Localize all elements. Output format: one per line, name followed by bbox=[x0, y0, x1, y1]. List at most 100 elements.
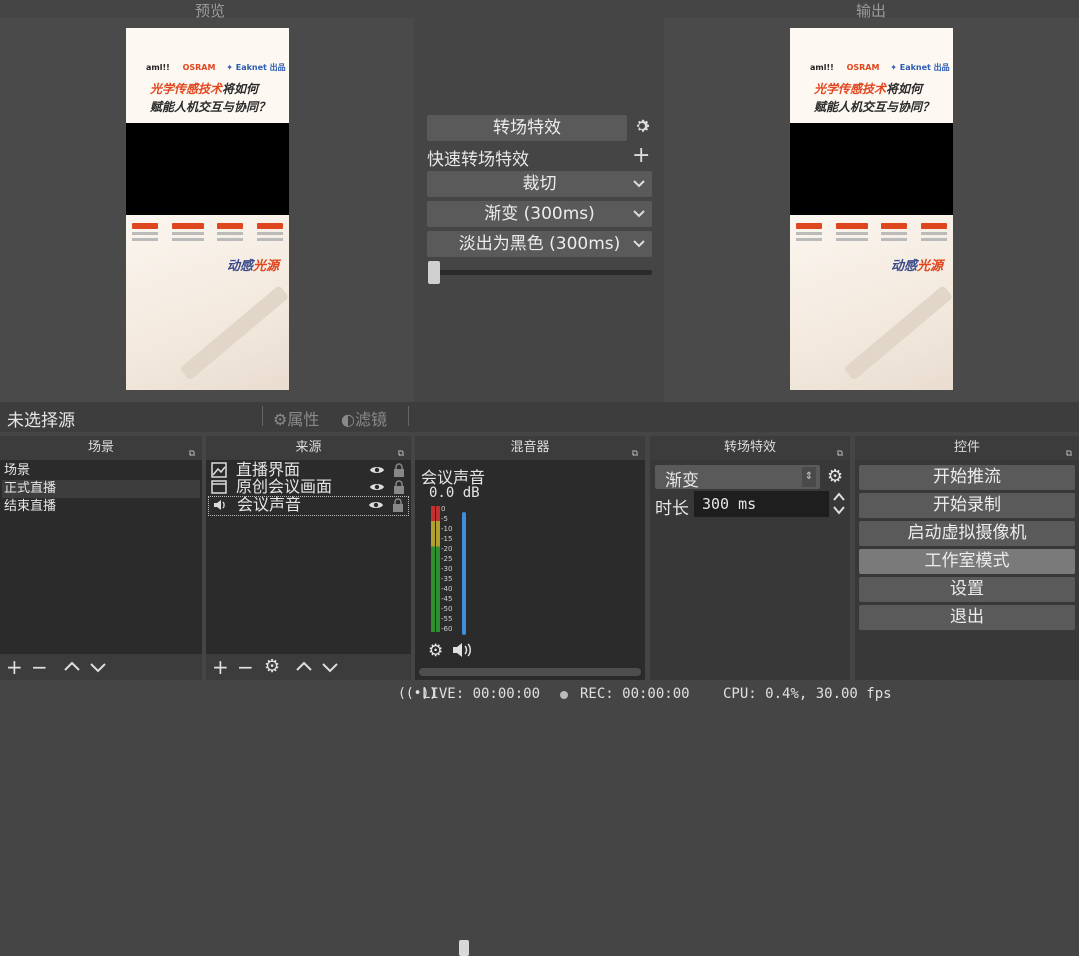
gear-icon: ⚙ bbox=[273, 410, 288, 429]
settings-button[interactable]: 设置 bbox=[859, 577, 1075, 602]
source-item-selected[interactable]: 会议声音 bbox=[208, 496, 409, 516]
sponsor-logos: aml!! OSRAM ✦ Eaknet 出品 bbox=[146, 62, 286, 73]
filters-button[interactable]: ◐滤镜 bbox=[341, 406, 387, 430]
scene-item[interactable]: 结束直播 bbox=[2, 498, 200, 516]
gear-icon[interactable] bbox=[633, 117, 651, 140]
source-label: 原创会议画面 bbox=[236, 477, 333, 496]
meter-scale-tick: -15 bbox=[441, 535, 453, 543]
tbar-handle[interactable] bbox=[428, 261, 440, 284]
headline-line-1: 光学传感技术将如何 bbox=[150, 82, 259, 96]
rec-indicator-icon bbox=[560, 691, 568, 699]
scenes-dock: 场景 ⧉ 场景 正式直播 结束直播 + − bbox=[0, 436, 202, 680]
float-icon[interactable]: ⧉ bbox=[632, 442, 638, 466]
transition-dock: 转场特效 ⧉ 渐变 ⇕ ⚙ 时长 300 ms bbox=[650, 436, 850, 680]
preview-canvas[interactable]: aml!! OSRAM ✦ Eaknet 出品 光学传感技术将如何 赋能人机交互… bbox=[126, 28, 289, 390]
plus-icon[interactable]: + bbox=[632, 143, 650, 168]
meter-scale-tick: -55 bbox=[441, 615, 453, 623]
window-capture-icon bbox=[211, 479, 227, 495]
source-toolbar bbox=[0, 402, 1079, 432]
speaker-tags bbox=[132, 223, 283, 241]
scene-item-selected[interactable]: 正式直播 bbox=[2, 480, 200, 498]
mixer-dock: 混音器 ⧉ 会议声音 0.0 dB 0 -5 -10 -15 -20 -25 -30 -35 -4… bbox=[415, 436, 645, 956]
move-down-icon[interactable] bbox=[321, 654, 339, 686]
start-virtual-camera-button[interactable]: 启动虚拟摄像机 bbox=[859, 521, 1075, 546]
transition-dock-title: 转场特效 ⧉ bbox=[650, 436, 850, 460]
scenes-title: 场景 ⧉ bbox=[0, 436, 202, 460]
visibility-icon[interactable] bbox=[368, 498, 384, 516]
gear-icon[interactable]: ⚙ bbox=[264, 654, 280, 680]
status-bar: ((•)) LIVE: 00:00:00 REC: 00:00:00 CPU: … bbox=[390, 683, 1079, 705]
canvas-footer: 动感光源 bbox=[126, 215, 289, 390]
quick-transition-fade[interactable]: 渐变 (300ms) bbox=[427, 201, 652, 227]
meter-scale-tick: -10 bbox=[441, 525, 453, 533]
logo-ams: aml!! bbox=[146, 63, 170, 72]
meter-scale-tick: -5 bbox=[441, 515, 448, 523]
horizontal-scrollbar[interactable] bbox=[419, 668, 641, 676]
meter-scale: 0 -5 -10 -15 -20 -25 -30 -35 -40 -45 -50 -55 -60 bbox=[441, 504, 455, 634]
meter-scale-tick: -25 bbox=[441, 555, 453, 563]
meter-scale-tick: -50 bbox=[441, 605, 453, 613]
audio-icon bbox=[212, 497, 228, 513]
add-scene-icon[interactable]: + bbox=[6, 654, 23, 680]
quick-transition-cut[interactable]: 裁切 bbox=[427, 171, 652, 197]
move-up-icon[interactable] bbox=[63, 654, 81, 686]
transition-button[interactable]: 转场特效 bbox=[427, 115, 627, 141]
transition-select[interactable]: 渐变 ⇕ bbox=[655, 465, 820, 491]
exit-button[interactable]: 退出 bbox=[859, 605, 1075, 630]
divider bbox=[262, 406, 263, 426]
headline-line-2: 赋能人机交互与协同？ bbox=[814, 100, 935, 114]
sources-title: 来源 ⧉ bbox=[206, 436, 411, 460]
float-icon[interactable]: ⧉ bbox=[1066, 442, 1072, 466]
start-recording-button[interactable]: 开始录制 bbox=[859, 493, 1075, 518]
decor-slash bbox=[179, 285, 289, 381]
tbar-track[interactable] bbox=[432, 270, 652, 275]
spin-down-icon[interactable] bbox=[832, 504, 846, 520]
canvas-footer: 动感光源 bbox=[790, 215, 953, 390]
meter-scale-tick: -20 bbox=[441, 545, 453, 553]
move-down-icon[interactable] bbox=[89, 654, 107, 686]
scene-item[interactable]: 场景 bbox=[2, 462, 200, 480]
video-black-area bbox=[126, 123, 289, 215]
live-timer: LIVE: 00:00:00 bbox=[422, 686, 541, 702]
logo-osram: OSRAM bbox=[182, 63, 216, 72]
sponsor-logos: aml!! OSRAM ✦ Eaknet 出品 bbox=[810, 63, 950, 72]
gear-icon[interactable]: ⚙ bbox=[428, 641, 443, 661]
start-streaming-button[interactable]: 开始推流 bbox=[859, 465, 1075, 490]
headline-line-1: 光学传感技术将如何 bbox=[814, 82, 923, 96]
cpu-fps: CPU: 0.4%, 30.00 fps bbox=[723, 686, 892, 702]
speaker-icon[interactable] bbox=[451, 641, 473, 663]
duration-label: 时长 bbox=[655, 499, 689, 519]
meter-scale-tick: -45 bbox=[441, 595, 453, 603]
float-icon[interactable]: ⧉ bbox=[837, 442, 843, 466]
lock-icon[interactable] bbox=[392, 498, 404, 516]
channel-level: 0.0 dB bbox=[429, 485, 480, 501]
canvas-header: aml!! OSRAM ✦ Eaknet 出品 光学传感技术将如何 赋能人机交互… bbox=[790, 28, 953, 123]
meter-scale-tick: 0 bbox=[441, 505, 446, 513]
meter-left bbox=[431, 506, 435, 632]
sources-toolbar: + − ⚙ bbox=[206, 654, 411, 680]
properties-button[interactable]: ⚙属性 bbox=[273, 406, 319, 430]
source-label: 会议声音 bbox=[237, 495, 302, 514]
headline-line-2: 赋能人机交互与协同？ bbox=[150, 100, 271, 114]
volume-track[interactable] bbox=[462, 512, 466, 635]
controls-title: 控件 ⧉ bbox=[855, 436, 1079, 460]
meter-scale-tick: -30 bbox=[441, 565, 453, 573]
chevron-down-icon bbox=[632, 231, 646, 266]
program-canvas: aml!! OSRAM ✦ Eaknet 出品 光学传感技术将如何 赋能人机交互… bbox=[790, 28, 953, 390]
studio-mode-button[interactable]: 工作室模式 bbox=[859, 549, 1075, 574]
gear-icon[interactable]: ⚙ bbox=[827, 466, 843, 487]
divider bbox=[408, 406, 409, 426]
remove-source-icon[interactable]: − bbox=[237, 654, 254, 680]
sources-dock: 来源 ⧉ 直播界面 原创会议画面 会议声音 + − ⚙ bbox=[206, 436, 411, 680]
add-source-icon[interactable]: + bbox=[212, 654, 229, 680]
video-black-area bbox=[790, 123, 953, 215]
volume-handle[interactable] bbox=[459, 940, 469, 956]
move-up-icon[interactable] bbox=[295, 654, 313, 686]
quick-transition-fade-black[interactable]: 淡出为黑色 (300ms) bbox=[427, 231, 652, 257]
rec-timer: REC: 00:00:00 bbox=[580, 686, 690, 702]
quick-transitions-label: 快速转场特效 bbox=[427, 150, 529, 170]
remove-scene-icon[interactable]: − bbox=[31, 654, 48, 680]
updown-icon: ⇕ bbox=[802, 467, 816, 487]
slogan: 动感光源 bbox=[226, 259, 279, 274]
duration-input[interactable]: 300 ms bbox=[694, 491, 829, 517]
